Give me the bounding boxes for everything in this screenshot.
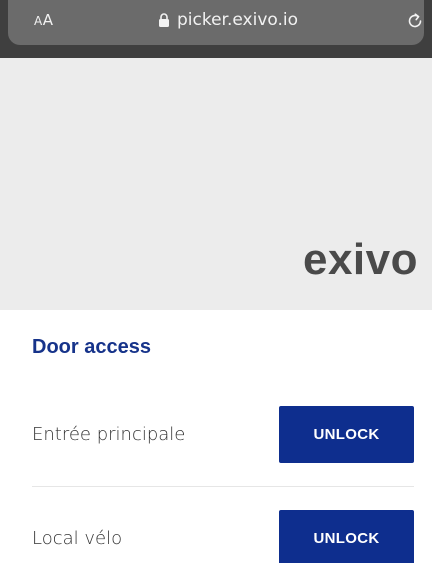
door-row: Local vélo UNLOCK [32, 509, 414, 563]
divider [32, 486, 414, 487]
door-name: Entrée principale [32, 423, 186, 445]
unlock-button[interactable]: UNLOCK [279, 509, 414, 563]
url-field[interactable]: picker.exivo.io [158, 10, 298, 30]
page-title: Door access [32, 336, 151, 358]
lock-icon [159, 13, 169, 27]
address-bar[interactable]: AA picker.exivo.io [8, 0, 424, 45]
page: AA picker.exivo.io exivo Door access Ent… [0, 0, 432, 563]
exivo-logo: exivo [302, 235, 418, 284]
reload-icon[interactable] [405, 11, 425, 31]
text-size-small-glyph: A [34, 14, 43, 28]
text-size-button[interactable]: AA [34, 11, 53, 29]
url-text: picker.exivo.io [177, 10, 299, 30]
header-banner: exivo [0, 58, 432, 310]
door-name: Local vélo [32, 527, 123, 549]
door-row: Entrée principale UNLOCK [32, 405, 414, 463]
text-size-large-glyph: A [42, 11, 54, 29]
unlock-button[interactable]: UNLOCK [279, 405, 414, 463]
browser-toolbar: AA picker.exivo.io [0, 0, 432, 58]
